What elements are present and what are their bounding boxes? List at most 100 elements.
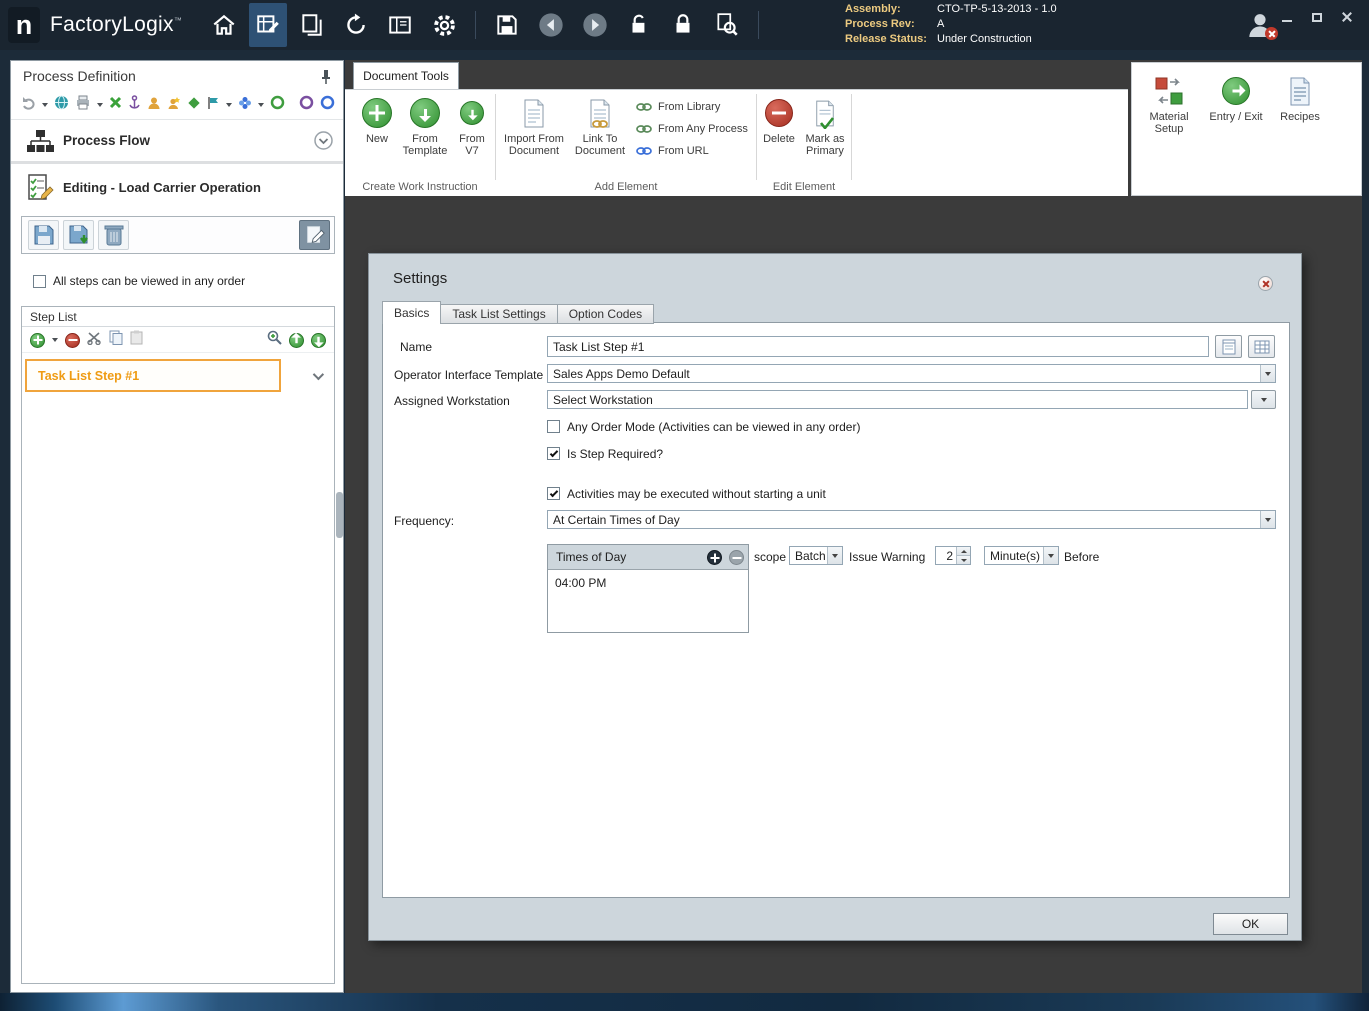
toolbar-separator — [758, 11, 760, 39]
activities-without-unit-checkbox[interactable] — [547, 487, 560, 500]
name-translations-button[interactable] — [1248, 335, 1275, 358]
tab-task-list-settings[interactable]: Task List Settings — [441, 304, 558, 324]
save-operation-button[interactable] — [28, 220, 59, 250]
anchor-button[interactable] — [128, 95, 141, 115]
name-field[interactable] — [547, 336, 1209, 357]
add-step-button[interactable] — [30, 332, 45, 348]
assigned-workstation-select[interactable]: Select Workstation — [547, 390, 1248, 409]
flag-button[interactable] — [207, 96, 220, 115]
certified-operator-button[interactable] — [167, 96, 181, 115]
spinner-down-button[interactable] — [957, 556, 970, 564]
back-button[interactable] — [532, 3, 570, 47]
step-list-item-row: Task List Step #1 — [25, 359, 333, 392]
tab-basics[interactable]: Basics — [382, 301, 442, 324]
audit-search-button[interactable] — [708, 3, 746, 47]
new-button[interactable]: New — [355, 95, 399, 145]
step-list-item[interactable]: Task List Step #1 — [25, 359, 281, 392]
record-blue-button[interactable] — [320, 95, 335, 115]
pin-button[interactable] — [317, 68, 335, 86]
from-any-process-label: From Any Process — [658, 123, 748, 135]
frequency-select[interactable]: At Certain Times of Day — [547, 510, 1276, 529]
from-library-button[interactable]: From Library — [636, 99, 748, 115]
process-definition-button[interactable] — [249, 3, 288, 47]
from-any-process-button[interactable]: From Any Process — [636, 121, 748, 137]
save-button[interactable] — [488, 3, 526, 47]
operator-button[interactable] — [147, 96, 161, 115]
move-step-down-button[interactable] — [311, 332, 326, 348]
release-status-value: Under Construction — [937, 33, 1032, 45]
mark-as-primary-button[interactable]: Mark as Primary — [799, 95, 851, 157]
is-step-required-checkbox[interactable] — [547, 447, 560, 460]
settings-button[interactable] — [425, 3, 463, 47]
import-operation-button[interactable] — [63, 220, 94, 250]
milestone-button[interactable] — [187, 96, 201, 115]
record-green-button[interactable] — [270, 95, 285, 115]
zoom-step-button[interactable] — [267, 330, 282, 350]
branch-button[interactable] — [238, 96, 252, 115]
from-url-button[interactable]: From URL — [636, 143, 748, 159]
recipes-button[interactable]: Recipes — [1274, 73, 1326, 123]
add-time-button[interactable] — [707, 550, 722, 565]
edit-work-instructions-button[interactable] — [299, 220, 330, 250]
record-purple-button[interactable] — [299, 95, 314, 115]
ok-button[interactable]: OK — [1213, 913, 1288, 935]
any-order-mode-checkbox[interactable] — [547, 420, 560, 433]
reports-button[interactable] — [381, 3, 419, 47]
import-from-document-button[interactable]: Import From Document — [501, 95, 567, 157]
recipes-label: Recipes — [1280, 111, 1320, 123]
remove-time-button[interactable] — [729, 550, 744, 565]
any-order-steps-checkbox[interactable]: All steps can be viewed in any order — [33, 274, 245, 288]
unlock-button[interactable] — [620, 3, 658, 47]
issue-warning-spinner[interactable]: 2 — [935, 546, 971, 565]
branch-dropdown-icon[interactable] — [258, 103, 264, 107]
sync-button[interactable] — [337, 3, 375, 47]
move-step-up-button[interactable] — [289, 332, 304, 348]
operator-interface-template-select[interactable]: Sales Apps Demo Default — [547, 364, 1276, 383]
warning-unit-select[interactable]: Minute(s) — [984, 546, 1059, 565]
forward-button[interactable] — [576, 3, 614, 47]
panel-splitter-handle[interactable] — [336, 492, 343, 538]
entry-exit-button[interactable]: Entry / Exit — [1204, 73, 1268, 123]
time-list-item[interactable]: 04:00 PM — [555, 576, 606, 590]
workstation-dropdown-button[interactable] — [1251, 390, 1276, 409]
editing-header-row: Editing - Load Carrier Operation — [11, 165, 343, 211]
undo-dropdown-icon[interactable] — [42, 103, 48, 107]
material-setup-button[interactable]: Material Setup — [1140, 73, 1198, 135]
spinner-up-button[interactable] — [957, 547, 970, 556]
document-library-button[interactable] — [293, 3, 331, 47]
delete-operation-button[interactable] — [98, 220, 129, 250]
from-template-button[interactable]: From Template — [396, 95, 454, 157]
home-button[interactable] — [205, 3, 243, 47]
frequency-label: Frequency: — [394, 514, 455, 528]
documents-icon — [302, 14, 322, 36]
globe-button[interactable] — [54, 95, 69, 115]
user-account-button[interactable] — [1240, 6, 1280, 44]
remove-step-button[interactable] — [65, 332, 80, 348]
dialog-close-button[interactable] — [1258, 276, 1273, 291]
copy-button[interactable] — [109, 330, 123, 350]
collapse-button[interactable] — [314, 131, 333, 155]
flag-dropdown-icon[interactable] — [226, 103, 232, 107]
close-button[interactable] — [1335, 6, 1359, 28]
paste-button[interactable] — [130, 330, 143, 350]
undo-button[interactable] — [21, 95, 36, 115]
delete-element-button[interactable]: Delete — [757, 95, 801, 145]
lock-button[interactable] — [664, 3, 702, 47]
print-dropdown-icon[interactable] — [97, 103, 103, 107]
minimize-button[interactable] — [1275, 6, 1299, 28]
back-icon — [539, 13, 563, 37]
add-step-dropdown-icon[interactable] — [52, 338, 58, 342]
step-expand-chevron-icon[interactable] — [312, 368, 325, 380]
process-flow-row[interactable]: Process Flow — [11, 121, 343, 161]
tab-document-tools[interactable]: Document Tools — [353, 62, 459, 89]
reports-icon — [389, 16, 411, 34]
cut-button[interactable] — [87, 331, 102, 350]
link-to-document-button[interactable]: Link To Document — [569, 95, 631, 157]
maximize-button[interactable] — [1305, 6, 1329, 28]
print-button[interactable] — [75, 95, 91, 115]
scope-select[interactable]: Batch — [789, 546, 843, 565]
tab-option-codes[interactable]: Option Codes — [557, 304, 655, 324]
delete-process-button[interactable] — [109, 96, 122, 114]
name-notes-button[interactable] — [1215, 335, 1242, 358]
from-v7-button[interactable]: From V7 — [451, 95, 493, 157]
